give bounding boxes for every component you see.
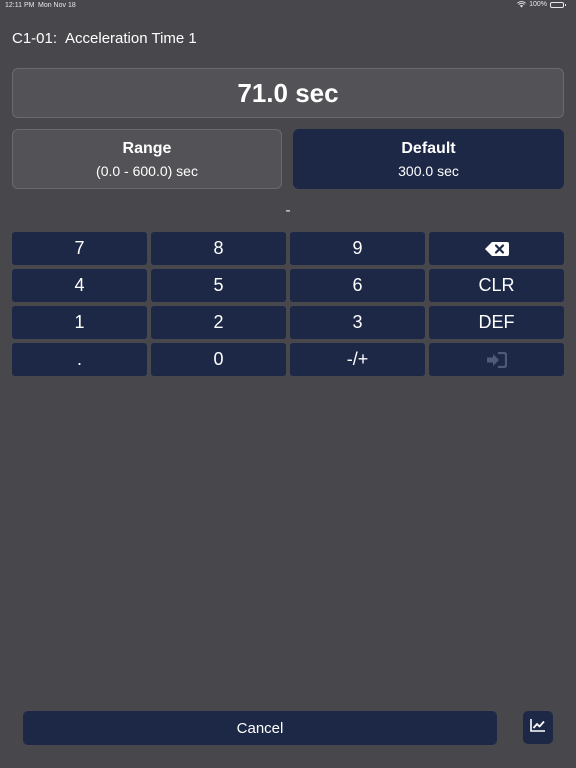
- parameter-name: Acceleration Time 1: [65, 30, 197, 47]
- decimal-point-key[interactable]: .: [12, 343, 147, 376]
- parameter-code: C1-01:: [12, 30, 58, 47]
- range-value: (0.0 - 600.0) sec: [96, 162, 198, 179]
- key-7[interactable]: 7: [12, 232, 147, 265]
- current-value: 71.0 sec: [237, 77, 339, 108]
- range-box: Range (0.0 - 600.0) sec: [12, 129, 282, 189]
- key-2[interactable]: 2: [151, 306, 286, 339]
- key-6[interactable]: 6: [290, 269, 425, 302]
- status-indicators: 100%: [517, 1, 566, 8]
- cancel-label: Cancel: [236, 719, 284, 737]
- status-bar: 12:11 PM Mon Nov 18 100%: [0, 0, 576, 12]
- key-0[interactable]: 0: [151, 343, 286, 376]
- value-display: 71.0 sec: [12, 68, 564, 118]
- keypad: 7 8 9 4 5 6 CLR 1 2 3 DEF . 0 -/+: [12, 232, 564, 376]
- clear-button[interactable]: CLR: [429, 269, 564, 302]
- key-4[interactable]: 4: [12, 269, 147, 302]
- key-5[interactable]: 5: [151, 269, 286, 302]
- status-time: 12:11 PM: [5, 2, 35, 9]
- chart-button[interactable]: [523, 711, 553, 744]
- key-9[interactable]: 9: [290, 232, 425, 265]
- key-1[interactable]: 1: [12, 306, 147, 339]
- cancel-button[interactable]: Cancel: [23, 711, 497, 745]
- page-title: C1-01: Acceleration Time 1: [12, 30, 197, 47]
- key-3[interactable]: 3: [290, 306, 425, 339]
- battery-icon: [550, 1, 566, 8]
- chart-icon: [530, 718, 546, 737]
- default-value-button[interactable]: DEF: [429, 306, 564, 339]
- entry-indicator: -: [285, 202, 291, 219]
- battery-percent: 100%: [529, 1, 547, 8]
- sign-in-icon: [486, 351, 507, 368]
- backspace-icon: [484, 241, 509, 256]
- range-title: Range: [122, 139, 172, 157]
- enter-button[interactable]: [429, 343, 564, 376]
- default-value: 300.0 sec: [398, 162, 459, 179]
- default-button[interactable]: Default 300.0 sec: [293, 129, 564, 189]
- status-date: Mon Nov 18: [38, 2, 76, 9]
- key-8[interactable]: 8: [151, 232, 286, 265]
- backspace-button[interactable]: [429, 232, 564, 265]
- sign-toggle-key[interactable]: -/+: [290, 343, 425, 376]
- default-title: Default: [401, 139, 456, 157]
- wifi-icon: [517, 1, 527, 8]
